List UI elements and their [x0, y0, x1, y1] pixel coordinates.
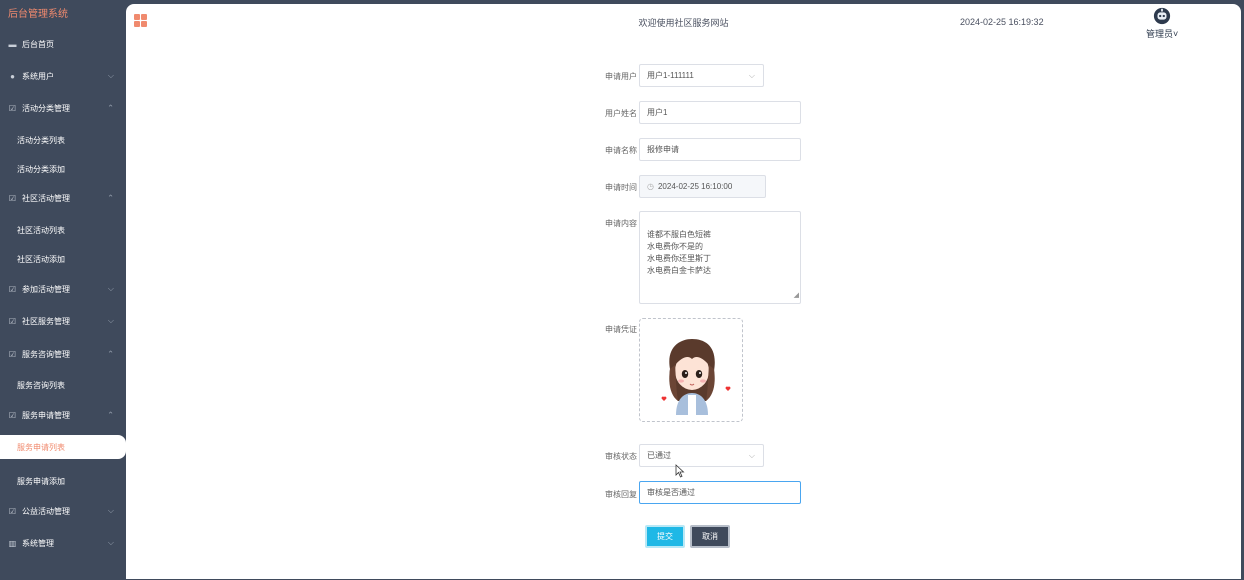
sidebar-item-label: 系统管理	[22, 538, 54, 548]
chevron-down-icon: ˅	[1173, 29, 1179, 39]
sidebar-item-activity-category-add[interactable]: 活动分类添加	[0, 154, 126, 184]
bar-chart-icon: ▥	[8, 538, 17, 548]
sidebar-item-label: 公益活动管理	[22, 506, 70, 516]
checkbox-icon: ☑	[8, 316, 17, 326]
chevron-up-icon: ⌃	[107, 349, 114, 359]
user-menu[interactable]: 管理员˅	[1146, 7, 1178, 40]
sidebar-item-community-activity[interactable]: ☑ 社区活动管理 ⌃	[0, 183, 126, 213]
checkbox-icon: ☑	[8, 103, 17, 113]
sidebar-item-public-welfare[interactable]: ☑ 公益活动管理 ⌵	[0, 496, 126, 526]
sidebar-item-label: 服务申请添加	[17, 476, 65, 486]
checkbox-icon: ☑	[8, 506, 17, 516]
chevron-down-icon: ⌵	[107, 316, 114, 325]
brand-title: 后台管理系统	[8, 9, 68, 20]
chevron-down-icon: ⌵	[107, 506, 114, 515]
sidebar-item-service-apply[interactable]: ☑ 服务申请管理 ⌃	[0, 400, 126, 430]
sidebar-item-label: 服务咨询管理	[22, 349, 70, 359]
sidebar-item-label: 活动分类列表	[17, 135, 65, 145]
admin-label: 管理员˅	[1146, 29, 1179, 39]
sidebar-item-system-users[interactable]: ● 系统用户 ⌵	[0, 61, 126, 91]
apply-proof-label: 申请凭证	[605, 325, 637, 334]
sidebar-item-label: 活动分类添加	[17, 164, 65, 174]
sidebar-item-system-manage[interactable]: ▥ 系统管理 ⌵	[0, 528, 126, 558]
chevron-down-icon: ⌵	[748, 70, 755, 80]
chevron-down-icon: ⌵	[748, 450, 755, 460]
apply-proof-uploader[interactable]	[639, 318, 743, 422]
sidebar-item-label: 社区服务管理	[22, 316, 70, 326]
chevron-up-icon: ⌃	[107, 193, 114, 203]
girl-avatar-image	[661, 339, 731, 415]
sidebar-item-service-consult[interactable]: ☑ 服务咨询管理 ⌃	[0, 339, 126, 369]
sidebar-item-label: 参加活动管理	[22, 284, 70, 294]
sidebar-item-label: 活动分类管理	[22, 103, 70, 113]
sidebar-item-service-apply-add[interactable]: 服务申请添加	[0, 466, 126, 496]
sidebar-item-community-activity-list[interactable]: 社区活动列表	[0, 215, 126, 245]
welcome-text: 欢迎使用社区服务网站	[638, 18, 729, 28]
apply-time-picker[interactable]: ◷ 2024-02-25 16:10:00	[639, 175, 766, 198]
checkbox-icon: ☑	[8, 410, 17, 420]
monitor-icon: ▬	[8, 39, 17, 49]
main-panel: 欢迎使用社区服务网站 2024-02-25 16:19:32 管理员˅ 申请用户…	[126, 4, 1241, 579]
user-name-input[interactable]: 用户1	[639, 101, 801, 124]
sidebar-item-label: 社区活动管理	[22, 193, 70, 203]
sidebar-item-service-apply-list[interactable]: 服务申请列表	[0, 435, 126, 459]
sidebar-item-label: 服务申请列表	[17, 442, 65, 452]
user-icon: ●	[10, 71, 15, 81]
sidebar-item-home[interactable]: ▬ 后台首页	[0, 29, 126, 59]
applicant-user-label: 申请用户	[605, 72, 637, 81]
chevron-up-icon: ⌃	[107, 410, 114, 420]
sidebar-item-activity-category-list[interactable]: 活动分类列表	[0, 125, 126, 155]
resize-handle-icon[interactable]: ◢	[794, 290, 799, 302]
sidebar-item-label: 服务申请管理	[22, 410, 70, 420]
sidebar-item-join-activity[interactable]: ☑ 参加活动管理 ⌵	[0, 274, 126, 304]
sidebar-item-label: 服务咨询列表	[17, 380, 65, 390]
sidebar-item-label: 后台首页	[22, 39, 54, 49]
sidebar-item-label: 系统用户	[22, 71, 54, 81]
checkbox-icon: ☑	[8, 284, 17, 294]
clock-icon: ◷	[647, 182, 654, 191]
sidebar: 后台管理系统 ▬ 后台首页 ● 系统用户 ⌵ ☑ 活动分类管理 ⌃ 活动分类列表…	[0, 0, 126, 580]
checkbox-icon: ☑	[8, 349, 17, 359]
applicant-user-select[interactable]: 用户1-111111 ⌵	[639, 64, 764, 87]
apply-content-label: 申请内容	[605, 219, 637, 228]
mouse-cursor-icon	[675, 464, 685, 478]
chevron-up-icon: ⌃	[107, 103, 114, 113]
review-status-select[interactable]: 已通过 ⌵	[639, 444, 764, 467]
user-name-label: 用户姓名	[605, 109, 637, 118]
review-reply-input[interactable]: 审核是否通过	[639, 481, 801, 504]
datetime-display: 2024-02-25 16:19:32	[960, 17, 1044, 27]
sidebar-item-activity-category[interactable]: ☑ 活动分类管理 ⌃	[0, 93, 126, 123]
chevron-down-icon: ⌵	[107, 538, 114, 547]
chevron-down-icon: ⌵	[107, 284, 114, 293]
sidebar-item-community-service[interactable]: ☑ 社区服务管理 ⌵	[0, 306, 126, 336]
sidebar-item-label: 社区活动添加	[17, 254, 65, 264]
checkbox-icon: ☑	[8, 193, 17, 203]
apply-name-label: 申请名称	[605, 146, 637, 155]
chevron-down-icon: ⌵	[107, 71, 114, 80]
sidebar-item-service-consult-list[interactable]: 服务咨询列表	[0, 370, 126, 400]
sidebar-item-label: 社区活动列表	[17, 225, 65, 235]
review-reply-label: 审核回复	[605, 490, 637, 499]
review-status-label: 审核状态	[605, 452, 637, 461]
robot-avatar-icon	[1153, 7, 1171, 25]
cancel-button[interactable]: 取消	[690, 525, 730, 548]
sidebar-item-community-activity-add[interactable]: 社区活动添加	[0, 244, 126, 274]
apply-time-label: 申请时间	[605, 183, 637, 192]
apply-name-input[interactable]: 报修申请	[639, 138, 801, 161]
apply-content-textarea[interactable]: 谁都不服白色短裤 水电费你不是的 水电费你还里斯丁 水电费白金卡萨达 ◢	[639, 211, 801, 304]
submit-button[interactable]: 提交	[645, 525, 685, 548]
